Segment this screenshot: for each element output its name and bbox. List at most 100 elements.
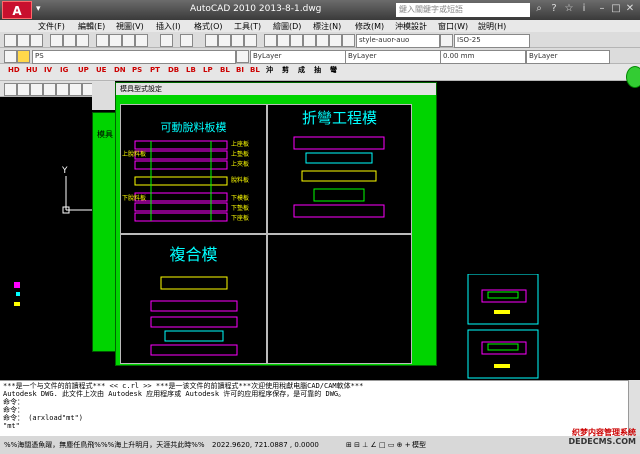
menu-tools[interactable]: 工具(T) [234,21,261,32]
info-icon[interactable]: i [578,3,590,15]
lightbulb-icon[interactable] [17,50,30,63]
sheet-set-icon[interactable] [303,34,316,47]
tool-hd[interactable]: HD [8,64,20,76]
watermark-line1: 织梦内容管理系统 [572,428,636,437]
help-tool-icon[interactable] [342,34,355,47]
panel-bending-die[interactable]: 折彎工程模 [267,104,412,234]
layer-select[interactable]: PS [32,50,236,64]
redo-icon[interactable] [180,34,193,47]
panel-compound-die[interactable]: 複合模 [120,234,267,364]
tool-punch[interactable]: 沖 [266,64,273,76]
tool-palettes-icon[interactable] [290,34,303,47]
copy-icon[interactable] [109,34,122,47]
minimize-icon[interactable]: – [596,3,608,15]
menu-modify[interactable]: 修改(M) [355,21,384,32]
tool-cut[interactable]: 剪 [282,64,289,76]
model-tab[interactable]: 模型 [412,436,426,454]
menu-insert[interactable]: 插入(I) [156,21,181,32]
search-input[interactable]: 鍵入關鍵字或短語 [396,3,530,17]
drafting-toggles[interactable]: ⊞ ⊟ ⊥ ∠ □ ▭ ⊕ + [346,436,411,454]
lineweight-select[interactable]: 0.00 mm [440,50,526,64]
tool-bi[interactable]: BI [236,64,244,76]
app-logo-button[interactable]: A [2,1,32,19]
menu-format[interactable]: 格式(O) [194,21,223,32]
tool-iv[interactable]: IV [44,64,52,76]
linetype-select[interactable]: ByLayer [345,50,441,64]
help-icon[interactable]: ? [548,3,560,15]
window-title: AutoCAD 2010 2013-8-1.dwg [190,4,322,14]
tool-icon-1[interactable] [4,83,17,96]
background-dialog-label: 模具 [97,130,113,139]
tool-hu[interactable]: HU [26,64,38,76]
tool-form[interactable]: 成 [298,64,305,76]
menu-dimension[interactable]: 標注(N) [313,21,341,32]
zoom-window-icon[interactable] [231,34,244,47]
tool-pt[interactable]: PT [150,64,160,76]
dropdown-arrow-icon[interactable]: ▾ [36,4,46,16]
calculator-icon[interactable] [329,34,342,47]
make-current-layer-icon[interactable] [236,50,249,63]
save-icon[interactable] [30,34,43,47]
preview-icon[interactable] [63,34,76,47]
zoom-realtime-icon[interactable] [218,34,231,47]
panel-empty[interactable] [267,234,412,364]
tool-bl[interactable]: BL [220,64,230,76]
match-properties-icon[interactable] [135,34,148,47]
tool-icon-6[interactable] [69,83,82,96]
maximize-icon[interactable]: □ [610,3,622,15]
panel-removable-stripper[interactable]: 可動脫料板模 上座板 上墊板 上夾板 脫料板 下模板 下墊板 下座板 上脫料板 … [120,104,267,234]
print-icon[interactable] [50,34,63,47]
menu-window[interactable]: 窗口(W) [438,21,468,32]
panel-title: 折彎工程模 [301,109,377,127]
tool-bl-2[interactable]: BL [250,64,260,76]
menu-help[interactable]: 說明(H) [478,21,506,32]
info-center-icon[interactable] [626,66,640,88]
tool-icon-3[interactable] [30,83,43,96]
new-icon[interactable] [4,34,17,47]
tool-icon-5[interactable] [56,83,69,96]
label-stripper: 脫料板 [231,177,250,184]
paste-icon[interactable] [122,34,135,47]
tool-draw[interactable]: 抽 [314,64,321,76]
layer-manager-icon[interactable] [4,50,17,63]
publish-icon[interactable] [76,34,89,47]
design-center-icon[interactable] [277,34,290,47]
standard-toolbar: style-auor-auo ISO-25 [0,32,640,48]
cut-icon[interactable] [96,34,109,47]
text-style-select[interactable]: style-auor-auo [356,34,440,48]
close-icon[interactable]: ✕ [624,3,636,15]
plotstyle-select[interactable]: ByLayer [526,50,610,64]
zoom-previous-icon[interactable] [244,34,257,47]
open-icon[interactable] [17,34,30,47]
menu-draw[interactable]: 繪圖(D) [273,21,301,32]
layers-toolbar: PS ByLayer ByLayer 0.00 mm ByLayer [0,48,640,64]
properties-icon[interactable] [264,34,277,47]
markup-icon[interactable] [316,34,329,47]
ucs-y-label: Y [62,166,68,176]
undo-icon[interactable] [160,34,173,47]
tool-lb[interactable]: LB [186,64,196,76]
tool-icon-2[interactable] [17,83,30,96]
pan-icon[interactable] [205,34,218,47]
color-select[interactable]: ByLayer [250,50,346,64]
star-icon[interactable]: ☆ [563,3,575,15]
tool-dn[interactable]: DN [114,64,126,76]
tool-ps[interactable]: PS [132,64,142,76]
menu-view[interactable]: 視圖(V) [116,21,144,32]
tool-icon-4[interactable] [43,83,56,96]
tool-ig[interactable]: IG [60,64,68,76]
menu-edit[interactable]: 編輯(E) [78,21,105,32]
tool-ue[interactable]: UE [96,64,106,76]
command-window[interactable]: ***是一个与文件的前讀程式*** << c.rl >> ***是一该文件的前讀… [0,380,628,436]
tool-lp[interactable]: LP [203,64,213,76]
tool-db[interactable]: DB [168,64,179,76]
menu-die-design[interactable]: 沖模設計 [395,21,427,32]
search-icon[interactable]: ⌕ [533,3,545,15]
dim-style-icon[interactable] [440,34,453,47]
die-type-dialog: 模具型式設定 可動脫料板模 上座板 上墊板 上夾板 脫料板 下模板 下墊板 下座… [115,82,437,366]
tool-up[interactable]: UP [78,64,89,76]
tool-bend[interactable]: 彎 [330,64,337,76]
menu-file[interactable]: 文件(F) [38,21,65,32]
dim-style-select[interactable]: ISO-25 [454,34,530,48]
command-line: "mt" [3,422,20,430]
